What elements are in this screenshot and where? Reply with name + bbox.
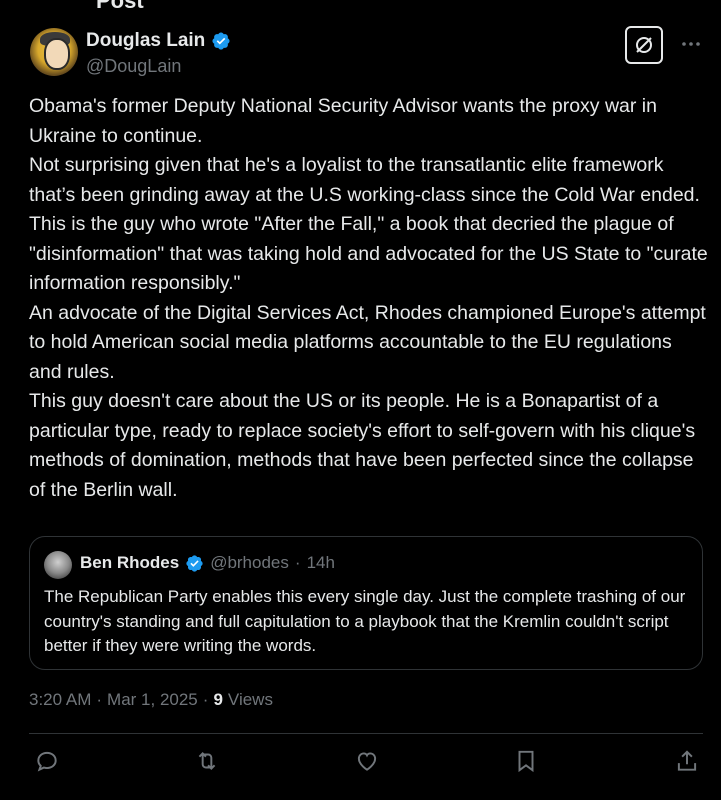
tweet-paragraph: This guy doesn't care about the US or it… <box>29 390 696 501</box>
author-name-row[interactable]: Douglas Lain <box>86 30 231 52</box>
views-label: Views <box>227 690 273 709</box>
share-button[interactable] <box>674 748 700 774</box>
author-name[interactable]: Douglas Lain <box>86 30 205 52</box>
quote-author-handle[interactable]: @brhodes <box>210 553 289 573</box>
tweet-paragraph: Not surprising given that he's a loyalis… <box>29 154 700 206</box>
verified-badge-icon <box>212 32 230 50</box>
more-options-button[interactable] <box>679 32 703 56</box>
tweet-text: Obama's former Deputy National Security … <box>29 92 709 505</box>
verified-badge-icon <box>186 554 203 572</box>
reply-icon <box>37 751 57 772</box>
quote-header: Ben Rhodes @brhodes · 14h <box>80 553 335 573</box>
post-meta: 3:20 AM · Mar 1, 2025 · 9 Views <box>29 690 273 710</box>
grok-icon <box>636 37 652 53</box>
action-bar <box>34 748 703 776</box>
grok-button[interactable] <box>625 26 663 64</box>
tweet-paragraph: An advocate of the Digital Services Act,… <box>29 301 706 383</box>
share-icon <box>677 750 697 771</box>
bookmark-icon <box>518 750 534 773</box>
quote-author-name[interactable]: Ben Rhodes <box>80 553 179 573</box>
more-horizontal-icon <box>682 42 700 46</box>
meta-separator: · <box>202 690 209 709</box>
views-count: 9 <box>213 690 223 709</box>
meta-separator: · <box>96 690 103 709</box>
divider <box>29 733 703 734</box>
quote-separator: · <box>294 553 301 572</box>
bookmark-button[interactable] <box>513 748 539 774</box>
page-title: Post <box>96 0 144 13</box>
post-date[interactable]: Mar 1, 2025 <box>107 690 198 710</box>
quote-timestamp[interactable]: 14h <box>307 553 335 573</box>
tweet-paragraph: This is the guy who wrote "After the Fal… <box>29 213 708 294</box>
reply-button[interactable] <box>34 748 60 774</box>
quote-text: The Republican Party enables this every … <box>44 587 686 655</box>
quoted-tweet-card[interactable]: Ben Rhodes @brhodes · 14h The Republican… <box>29 536 703 670</box>
tweet-paragraph: Obama's former Deputy National Security … <box>29 95 657 147</box>
like-icon <box>357 752 377 771</box>
author-row: Douglas Lain @DougLain <box>28 26 703 78</box>
post-time[interactable]: 3:20 AM <box>29 690 91 710</box>
author-avatar[interactable] <box>30 28 78 76</box>
like-button[interactable] <box>354 748 380 774</box>
quote-avatar[interactable] <box>44 551 72 579</box>
retweet-icon <box>198 752 216 770</box>
retweet-button[interactable] <box>194 748 220 774</box>
author-handle[interactable]: @DougLain <box>86 56 181 77</box>
